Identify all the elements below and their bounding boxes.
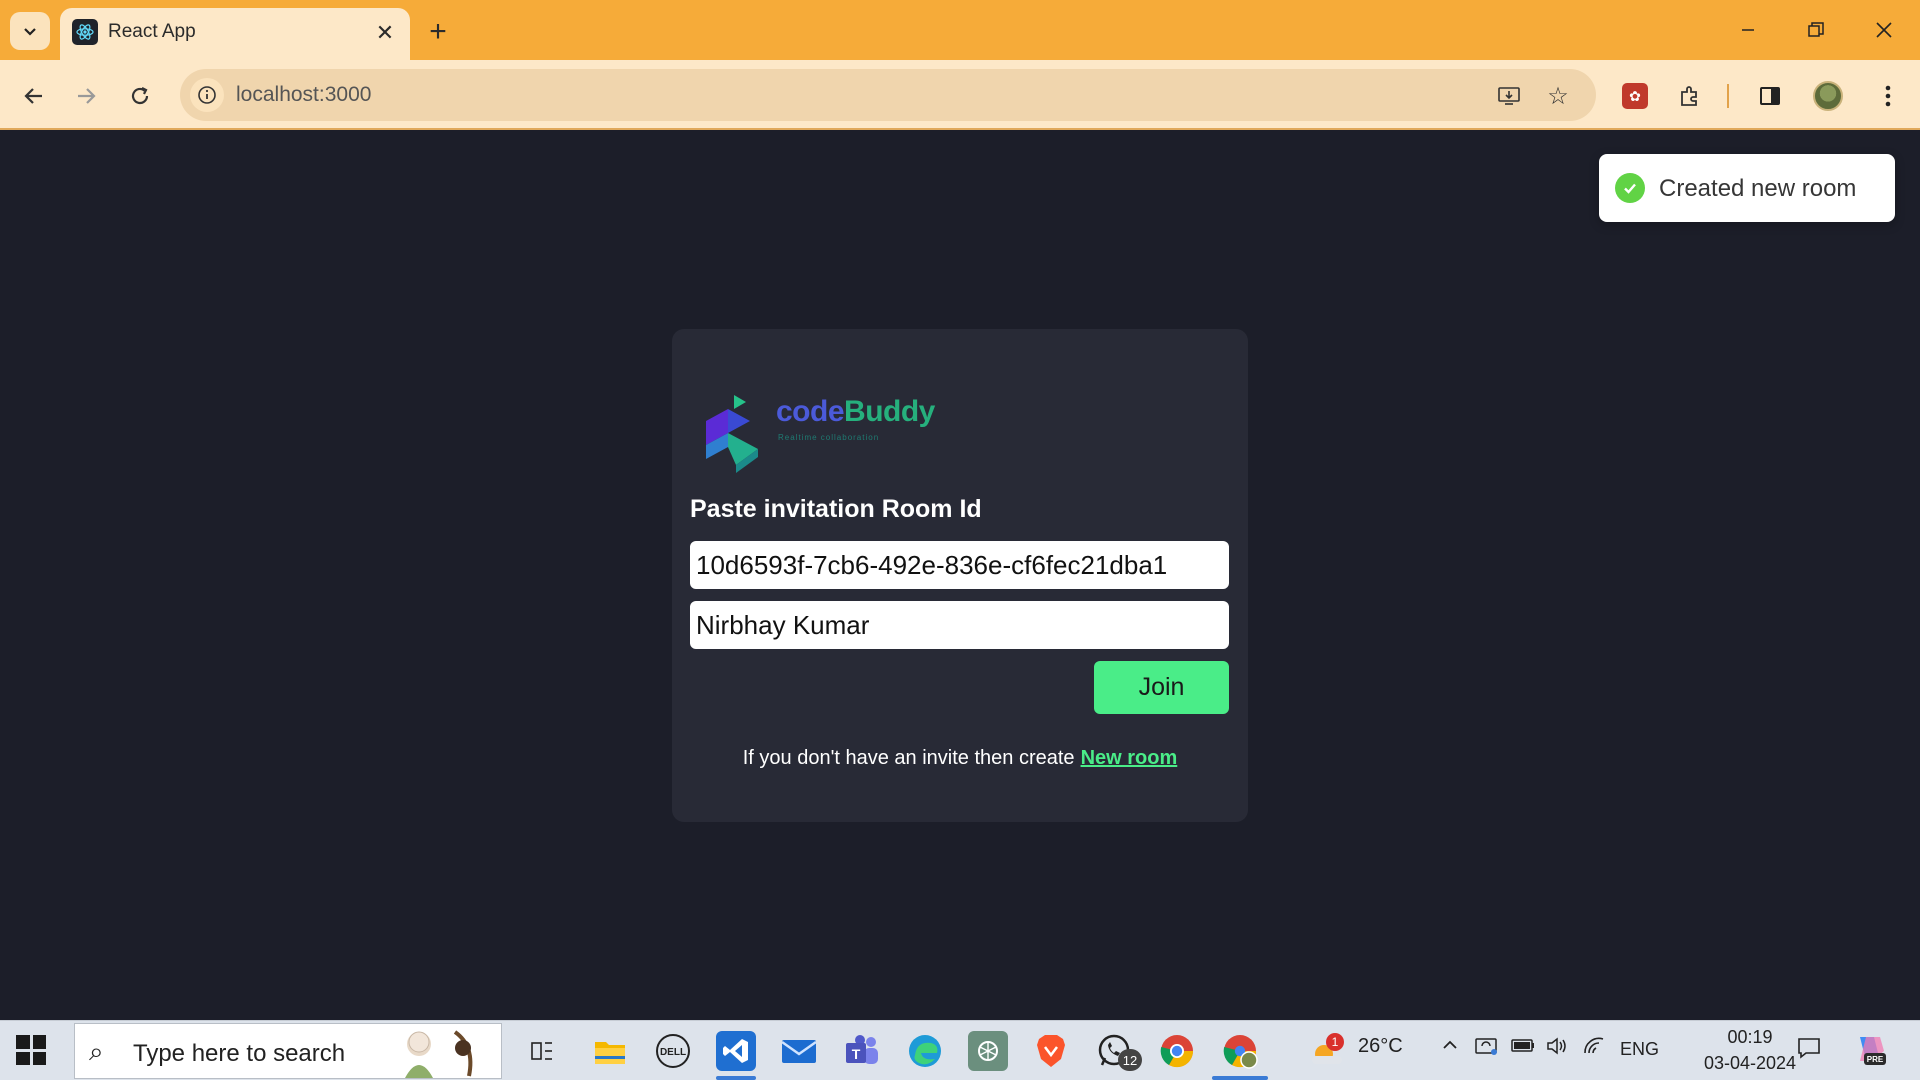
bookmark-star-icon[interactable]: ☆ (1543, 81, 1573, 111)
taskbar-search-box[interactable]: ⌕ Type here to search (74, 1023, 502, 1079)
logo-wordmark-buddy: Buddy (844, 395, 935, 428)
search-icon: ⌕ (89, 1036, 104, 1066)
chrome-active-indicator (1212, 1076, 1268, 1080)
forward-icon[interactable] (66, 76, 106, 116)
svg-text:T: T (852, 1046, 861, 1062)
browser-tab[interactable]: React App ✕ (60, 8, 410, 60)
url-text[interactable]: localhost:3000 (236, 83, 371, 107)
browser-tabstrip: React App ✕ + (0, 0, 1920, 60)
clock-date[interactable]: 03-04-2024 (1700, 1053, 1800, 1074)
search-highlight-illustration-icon (405, 1030, 473, 1078)
extensions-puzzle-icon[interactable] (1670, 76, 1710, 116)
chrome-profile-icon[interactable] (1220, 1031, 1260, 1071)
join-button[interactable]: Join (1094, 661, 1229, 714)
reload-icon[interactable] (120, 76, 160, 116)
windows-start-icon[interactable] (16, 1035, 46, 1065)
minimize-icon[interactable] (1724, 10, 1772, 50)
install-app-icon[interactable] (1494, 81, 1524, 111)
restore-icon[interactable] (1792, 10, 1840, 50)
username-input[interactable] (690, 601, 1229, 649)
tab-search-button[interactable] (10, 12, 50, 50)
extension-app-icon[interactable]: ✿ (1615, 76, 1655, 116)
file-explorer-icon[interactable] (590, 1031, 630, 1071)
tab-title: React App (108, 21, 196, 42)
onedrive-sync-icon[interactable] (1474, 1035, 1498, 1063)
toast-message: Created new room (1659, 175, 1857, 202)
temperature-text[interactable]: 26°C (1358, 1035, 1403, 1058)
side-panel-icon[interactable] (1750, 76, 1790, 116)
language-indicator[interactable]: ENG (1620, 1039, 1659, 1060)
teams-icon[interactable]: T (842, 1031, 882, 1071)
dell-icon[interactable]: DELL (653, 1031, 693, 1071)
success-check-icon (1615, 173, 1645, 203)
codebuddy-logo-icon (706, 395, 758, 473)
taskbar-search-placeholder: Type here to search (133, 1040, 346, 1067)
battery-icon[interactable] (1510, 1035, 1536, 1061)
whatsapp-badge: 12 (1118, 1049, 1142, 1071)
copilot-icon[interactable]: PRE (1852, 1031, 1888, 1073)
toast-notification: Created new room (1599, 154, 1895, 222)
new-tab-button[interactable]: + (420, 14, 456, 50)
logo-wordmark: codeBuddy (776, 395, 935, 429)
react-icon (72, 19, 98, 45)
task-view-icon[interactable] (522, 1031, 562, 1071)
edge-icon[interactable] (905, 1031, 945, 1071)
back-icon[interactable] (14, 76, 54, 116)
clock-time[interactable]: 00:19 (1700, 1027, 1800, 1048)
join-room-card: codeBuddy Realtime collaboration Paste i… (672, 329, 1248, 822)
close-tab-icon[interactable]: ✕ (372, 20, 398, 46)
room-id-input[interactable] (690, 541, 1229, 589)
wifi-icon[interactable] (1582, 1035, 1606, 1063)
logo-tagline: Realtime collaboration (778, 433, 880, 442)
svg-text:DELL: DELL (660, 1047, 686, 1058)
profile-avatar[interactable] (1808, 76, 1848, 116)
hint-text: If you don't have an invite then create (742, 747, 1075, 769)
mail-icon[interactable] (779, 1031, 819, 1071)
volume-icon[interactable] (1545, 1035, 1569, 1063)
vscode-active-indicator (716, 1076, 756, 1080)
windows-taskbar: ⌕ Type here to search DELL T 12 1 26°C E… (0, 1020, 1920, 1080)
chatgpt-icon[interactable] (968, 1031, 1008, 1071)
browser-toolbar: localhost:3000 ☆ ✿ (0, 60, 1920, 130)
show-hidden-icons-chevron-icon[interactable] (1440, 1035, 1460, 1061)
vscode-icon[interactable] (716, 1031, 756, 1071)
site-info-icon[interactable] (190, 78, 224, 112)
toolbar-divider (1727, 84, 1729, 108)
svg-text:PRE: PRE (1867, 1055, 1884, 1064)
address-bar[interactable]: localhost:3000 ☆ (180, 69, 1596, 121)
close-window-icon[interactable] (1860, 10, 1908, 50)
brave-icon[interactable] (1031, 1031, 1071, 1071)
create-room-hint: If you don't have an invite then create N… (672, 747, 1248, 770)
codebuddy-logo: codeBuddy Realtime collaboration (698, 393, 958, 473)
chevron-down-icon (24, 28, 36, 36)
weather-badge: 1 (1326, 1033, 1344, 1051)
chrome-icon[interactable] (1157, 1031, 1197, 1071)
logo-wordmark-code: code (776, 395, 845, 428)
room-id-label: Paste invitation Room Id (690, 495, 982, 523)
more-menu-icon[interactable] (1868, 76, 1908, 116)
new-room-link[interactable]: New room (1081, 747, 1178, 769)
notifications-icon[interactable] (1796, 1035, 1822, 1067)
